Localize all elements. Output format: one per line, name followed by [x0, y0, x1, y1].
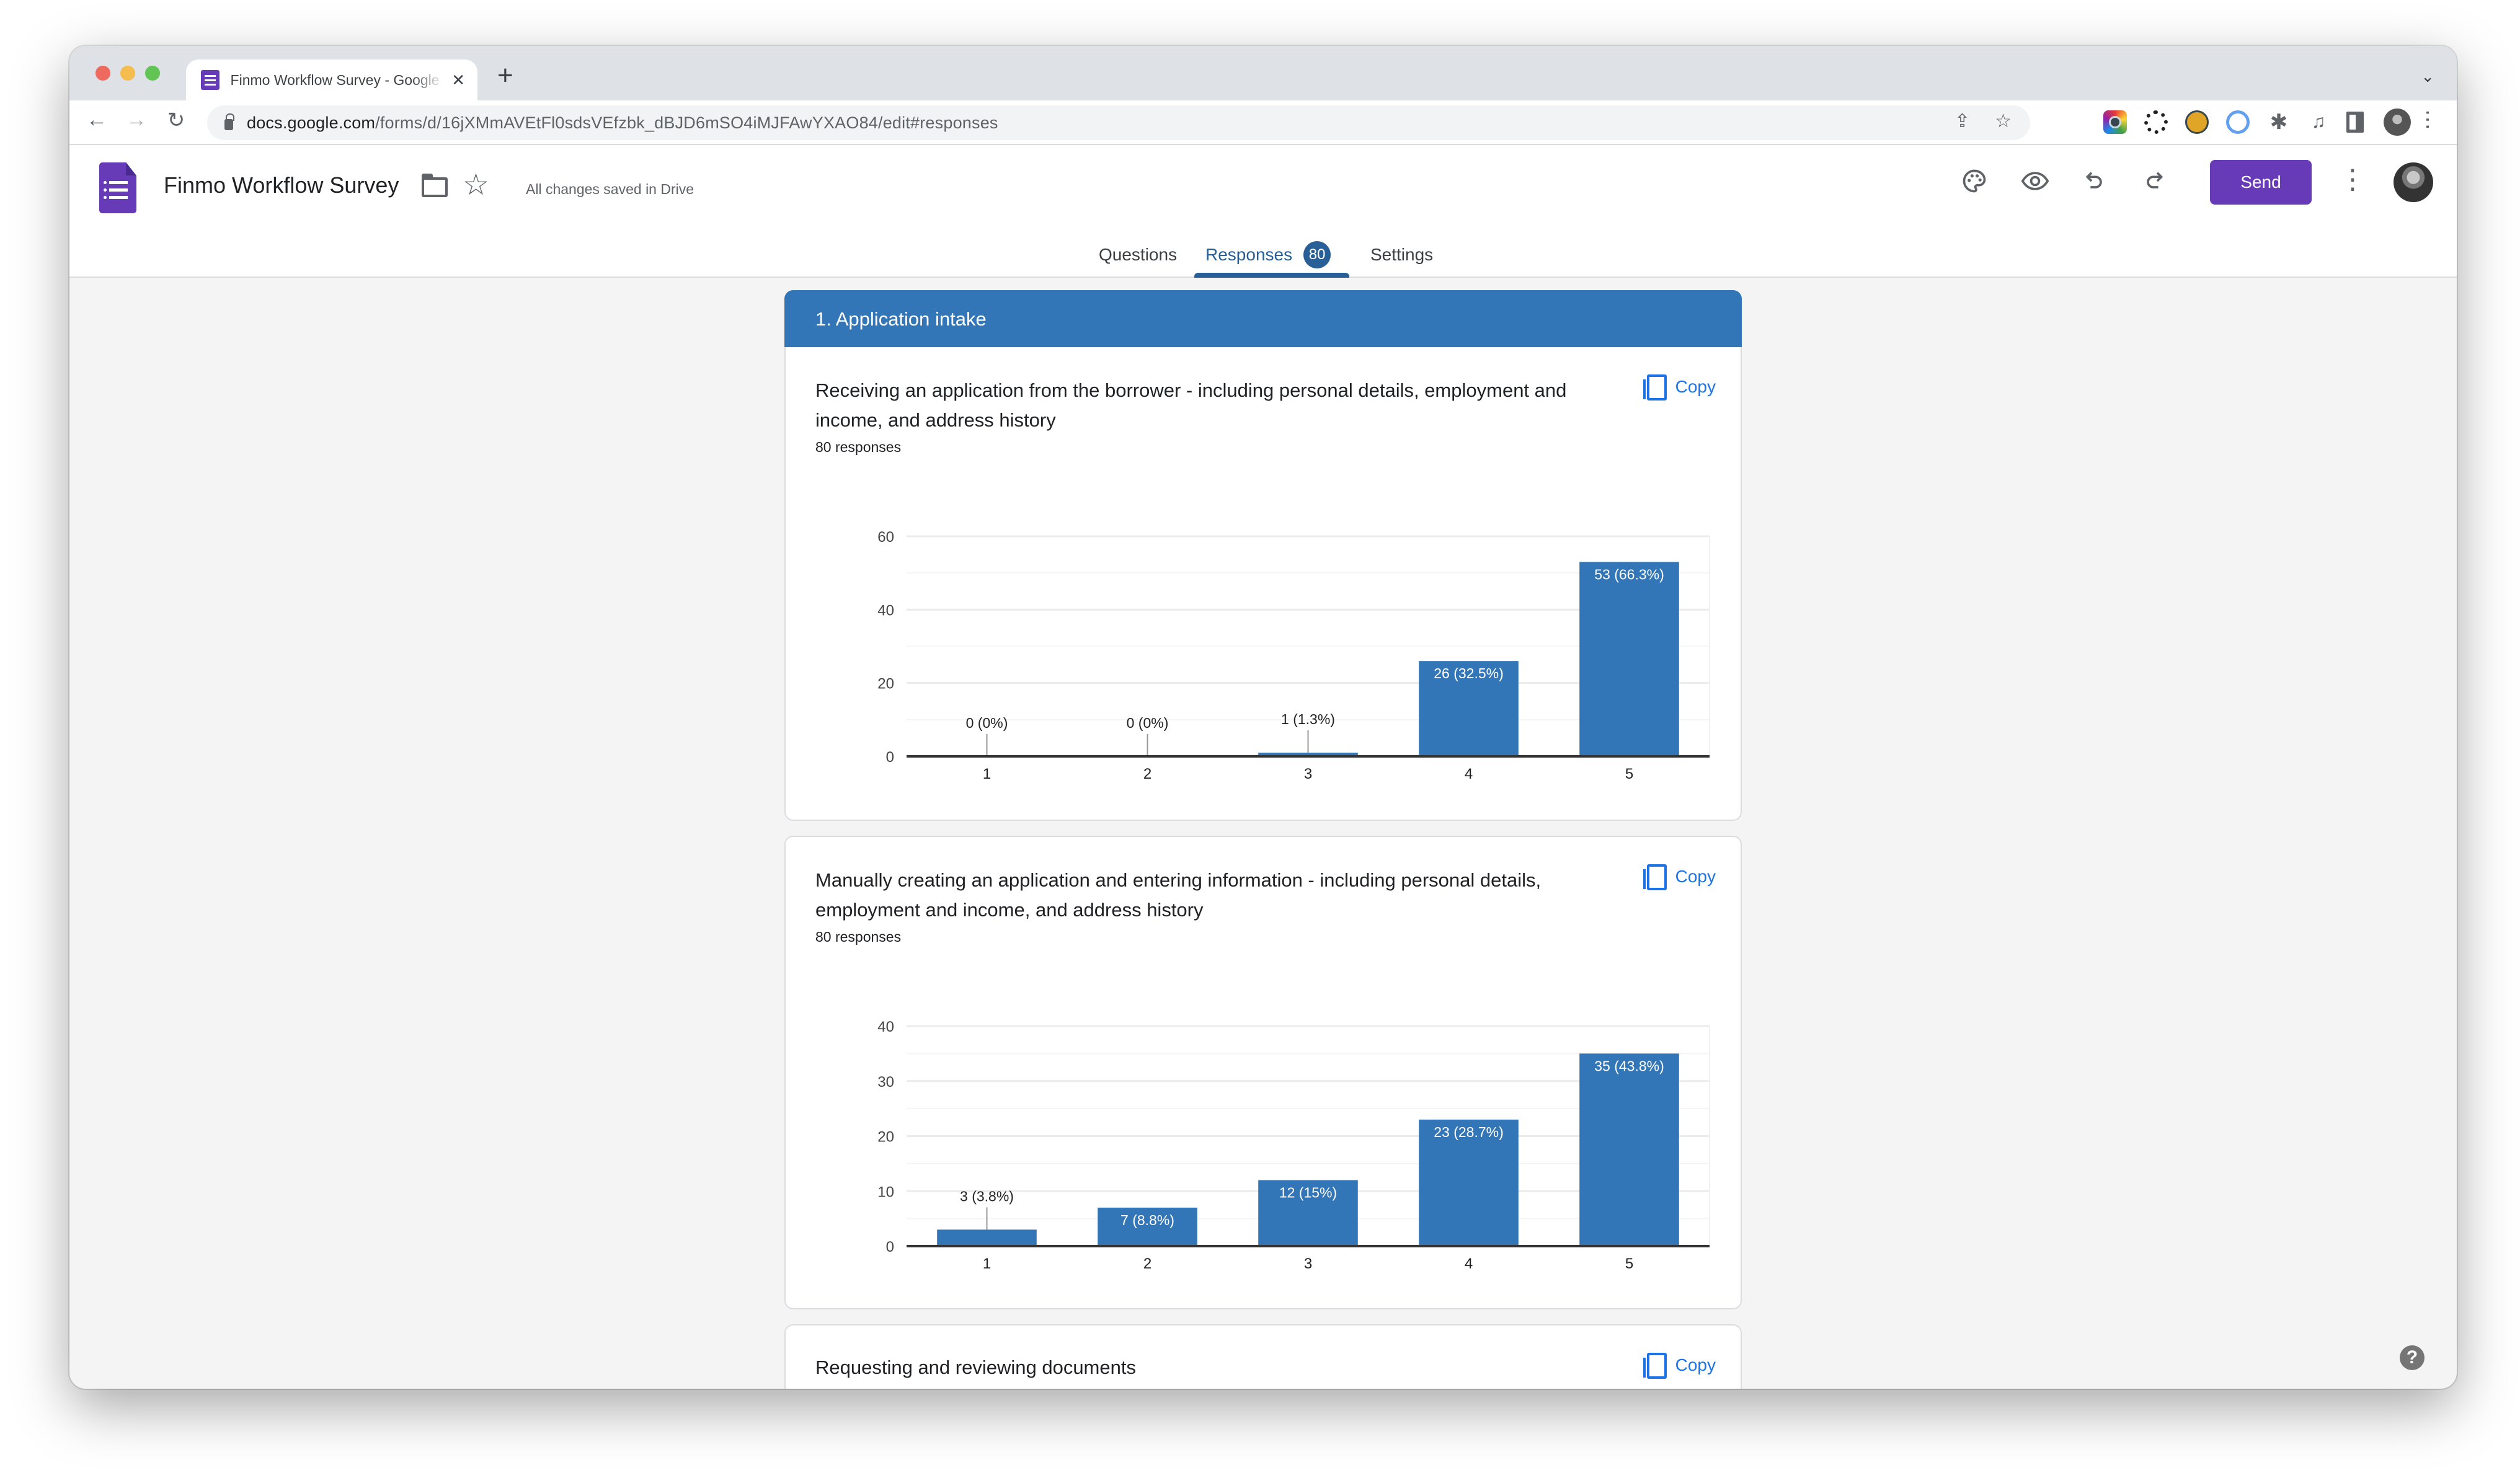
question-card: Requesting and reviewing documents Copy: [784, 1324, 1742, 1389]
y-tick-label: 40: [877, 1019, 894, 1035]
forms-header: Finmo Workflow Survey ☆ All changes save…: [69, 145, 2457, 278]
x-tick-label: 2: [1143, 1255, 1151, 1271]
y-tick-label: 40: [877, 602, 894, 619]
bookmark-star-icon[interactable]: ☆: [1995, 110, 2012, 132]
url-text[interactable]: docs.google.com/forms/d/16jXMmAVEtFl0sds…: [247, 113, 998, 133]
y-tick-label: 20: [877, 676, 894, 693]
tab-strip: Finmo Workflow Survey - Google Forms ✕ +…: [69, 46, 2457, 100]
bar-chart: 0 10 20 30 40 3 (3.8%) 1 7 (8.8%) 2 12 (15%) 3 23 (…: [877, 1019, 1710, 1271]
form-title[interactable]: Finmo Workflow Survey: [164, 172, 399, 198]
data-label: 26 (32.5%): [1434, 665, 1504, 681]
response-count: 80 responses: [815, 439, 902, 455]
section-header: 1. Application intake: [784, 290, 1742, 348]
responses-summary[interactable]: 1. Application intake Receiving an appli…: [69, 278, 2457, 1389]
x-tick-label: 5: [1625, 766, 1633, 781]
data-label: 0 (0%): [1127, 715, 1169, 731]
question-text: Requesting and reviewing documents: [815, 1356, 1136, 1378]
bar-chart: 0 20 40 60 0 (0%) 1 0 (0%) 2 1 (1.3%) 3 26 (32.5%)…: [877, 529, 1710, 781]
extension-password-lock-icon[interactable]: [2226, 110, 2250, 134]
move-to-folder-icon[interactable]: [422, 174, 448, 197]
data-label: 23 (28.7%): [1434, 1124, 1504, 1140]
preview-eye-icon[interactable]: [2016, 167, 2054, 201]
data-label: 53 (66.3%): [1594, 566, 1664, 582]
browser-tab-active[interactable]: Finmo Workflow Survey - Google Forms ✕: [186, 60, 477, 100]
lock-icon[interactable]: [224, 113, 234, 130]
tab-questions[interactable]: Questions: [1086, 232, 1189, 278]
more-options-icon[interactable]: ⋮: [2339, 164, 2366, 195]
media-control-icon[interactable]: ♫: [2307, 110, 2330, 134]
copy-icon: [1643, 374, 1667, 400]
tab-close-icon[interactable]: ✕: [451, 71, 465, 90]
bar: [937, 1229, 1037, 1246]
send-button[interactable]: Send: [2210, 160, 2312, 205]
question-text: Receiving an application from the borrow…: [815, 379, 1567, 431]
y-tick-label: 20: [877, 1129, 894, 1146]
redo-icon[interactable]: [2136, 167, 2173, 201]
y-tick-label: 30: [877, 1074, 894, 1091]
minimize-window-button[interactable]: [120, 66, 135, 81]
question-card: Manually creating an application and ent…: [784, 836, 1742, 1309]
y-tick-label: 10: [877, 1184, 894, 1200]
maximize-window-button[interactable]: [145, 66, 160, 81]
data-label: 12 (15%): [1279, 1185, 1337, 1201]
extension-globe-icon[interactable]: [2185, 110, 2209, 134]
copy-icon: [1643, 864, 1667, 890]
browser-window: Finmo Workflow Survey - Google Forms ✕ +…: [69, 46, 2457, 1389]
data-label: 35 (43.8%): [1594, 1058, 1664, 1074]
bar: [1579, 1053, 1679, 1246]
save-status: All changes saved in Drive: [526, 181, 694, 197]
y-tick-label: 0: [886, 749, 894, 766]
share-icon[interactable]: ⇪: [1954, 110, 1970, 132]
tab-settings[interactable]: Settings: [1358, 232, 1445, 278]
x-tick-label: 3: [1304, 766, 1312, 781]
google-forms-logo-icon[interactable]: [99, 162, 136, 213]
data-label: 7 (8.8%): [1120, 1212, 1174, 1228]
forms-favicon-icon: [201, 70, 220, 90]
back-button[interactable]: ←: [82, 108, 112, 132]
x-tick-label: 4: [1465, 1255, 1473, 1271]
form-tabs: Questions Responses 80 Settings: [69, 232, 2457, 278]
question-text: Manually creating an application and ent…: [815, 869, 1542, 921]
tab-responses[interactable]: Responses 80: [1193, 232, 1343, 278]
tab-title: Finmo Workflow Survey - Google Forms: [230, 71, 445, 88]
undo-icon[interactable]: [2076, 167, 2113, 201]
help-icon[interactable]: ?: [2400, 1345, 2425, 1370]
copy-chart-button[interactable]: Copy: [1643, 1353, 1716, 1379]
browser-profile-avatar[interactable]: [2384, 108, 2411, 136]
reload-button[interactable]: ↻: [161, 108, 191, 133]
tab-search-chevron-icon[interactable]: ⌄: [2421, 67, 2434, 86]
x-tick-label: 1: [983, 766, 991, 781]
active-tab-indicator: [1194, 273, 1349, 278]
account-avatar[interactable]: [2394, 162, 2433, 202]
extension-color-picker-icon[interactable]: [2103, 110, 2127, 134]
side-panel-icon[interactable]: [2346, 112, 2364, 133]
new-tab-button[interactable]: +: [497, 62, 513, 89]
question-card: Receiving an application from the borrow…: [784, 347, 1742, 821]
star-icon[interactable]: ☆: [463, 167, 489, 202]
y-tick-label: 60: [877, 529, 894, 546]
x-tick-label: 2: [1143, 766, 1151, 781]
close-window-button[interactable]: [95, 66, 110, 81]
bar: [1579, 562, 1679, 756]
data-label: 3 (3.8%): [960, 1188, 1014, 1204]
extension-sunburst-icon[interactable]: [2144, 110, 2168, 134]
x-tick-label: 1: [983, 1255, 991, 1271]
browser-toolbar: ← → ↻ docs.google.com/forms/d/16jXMmAVEt…: [69, 100, 2457, 145]
browser-menu-icon[interactable]: ⋯: [2416, 109, 2439, 130]
responses-count-badge: 80: [1303, 241, 1331, 268]
copy-chart-button[interactable]: Copy: [1643, 374, 1716, 400]
copy-chart-button[interactable]: Copy: [1643, 864, 1716, 890]
copy-icon: [1643, 1353, 1667, 1379]
x-tick-label: 4: [1465, 766, 1473, 781]
forward-button[interactable]: →: [122, 108, 151, 132]
address-bar[interactable]: docs.google.com/forms/d/16jXMmAVEtFl0sds…: [207, 105, 2030, 140]
data-label: 1 (1.3%): [1281, 711, 1335, 727]
data-label: 0 (0%): [966, 715, 1008, 731]
extensions-puzzle-icon[interactable]: ✱: [2267, 110, 2291, 134]
y-tick-label: 0: [886, 1239, 894, 1255]
x-tick-label: 5: [1625, 1255, 1633, 1271]
x-tick-label: 3: [1304, 1255, 1312, 1271]
customize-theme-palette-icon[interactable]: [1956, 167, 1993, 201]
response-count: 80 responses: [815, 929, 902, 945]
